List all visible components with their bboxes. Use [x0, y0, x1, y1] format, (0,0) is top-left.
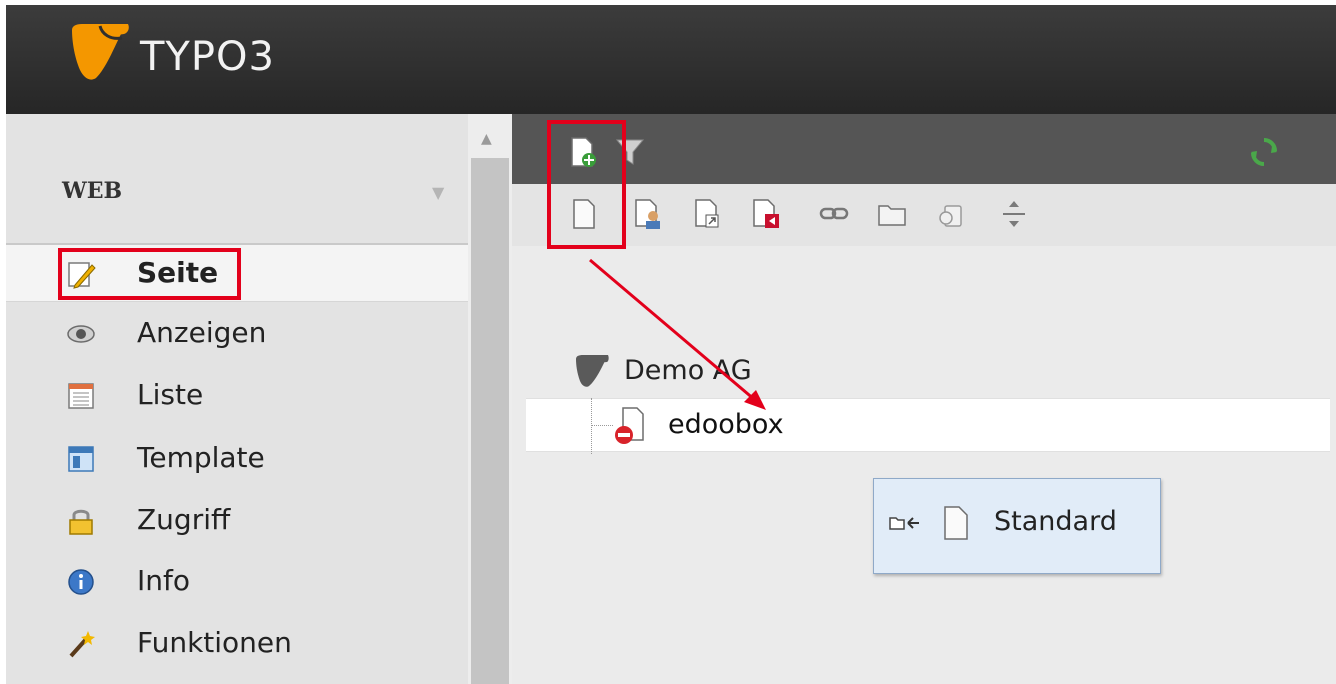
menu-item-label: Funktionen [137, 626, 292, 659]
folder-icon[interactable] [876, 198, 908, 230]
page-backend-user-icon[interactable] [632, 198, 664, 230]
tree-connector [591, 425, 613, 426]
tree-node-label[interactable]: edoobox [668, 408, 784, 442]
menu-item-liste[interactable]: Liste [6, 367, 468, 423]
module-section-title[interactable]: WEB [62, 178, 122, 204]
menu-item-funktionen[interactable]: Funktionen [6, 615, 468, 671]
chevron-down-icon[interactable]: ▼ [432, 183, 444, 202]
page-mountpoint-icon[interactable] [750, 198, 782, 230]
page-shortcut-icon[interactable] [692, 198, 724, 230]
link-icon[interactable] [818, 198, 850, 230]
menu-item-info[interactable]: Info [6, 553, 468, 609]
lock-icon [69, 509, 93, 535]
template-icon [68, 446, 94, 472]
typo3-logo-icon[interactable] [66, 22, 132, 82]
scrollbar-thumb[interactable] [471, 158, 509, 684]
menu-item-label: Liste [137, 378, 204, 411]
eye-icon [67, 325, 95, 343]
menu-item-anzeigen[interactable]: Anzeigen [6, 305, 468, 361]
list-icon [68, 383, 94, 409]
brand-name: TYPO3 [140, 34, 275, 80]
menu-item-template[interactable]: Template [6, 430, 468, 486]
tree-root-label[interactable]: Demo AG [624, 354, 752, 388]
typo3-root-icon [576, 355, 609, 387]
wand-icon [69, 631, 95, 658]
page-hidden-icon[interactable] [613, 406, 649, 446]
highlight-box-seite [58, 248, 241, 300]
scroll-up-arrow-icon[interactable]: ▲ [481, 131, 492, 147]
tree-connector [591, 398, 592, 454]
menu-item-label: Anzeigen [137, 316, 267, 349]
drag-tooltip-label: Standard [994, 506, 1117, 537]
refresh-icon[interactable] [1250, 136, 1278, 168]
menu-item-zugriff[interactable]: Zugriff [6, 492, 468, 548]
insert-into-icon [889, 517, 919, 530]
menu-item-label: Info [137, 564, 190, 597]
drag-tooltip: Standard [873, 478, 1161, 574]
recycler-icon[interactable] [936, 198, 968, 230]
menu-item-label: Zugriff [137, 503, 231, 536]
highlight-box-new-page [547, 120, 626, 249]
page-icon [944, 506, 968, 540]
info-icon [68, 569, 94, 595]
menu-item-label: Template [137, 441, 265, 474]
divider-icon[interactable] [998, 198, 1030, 230]
